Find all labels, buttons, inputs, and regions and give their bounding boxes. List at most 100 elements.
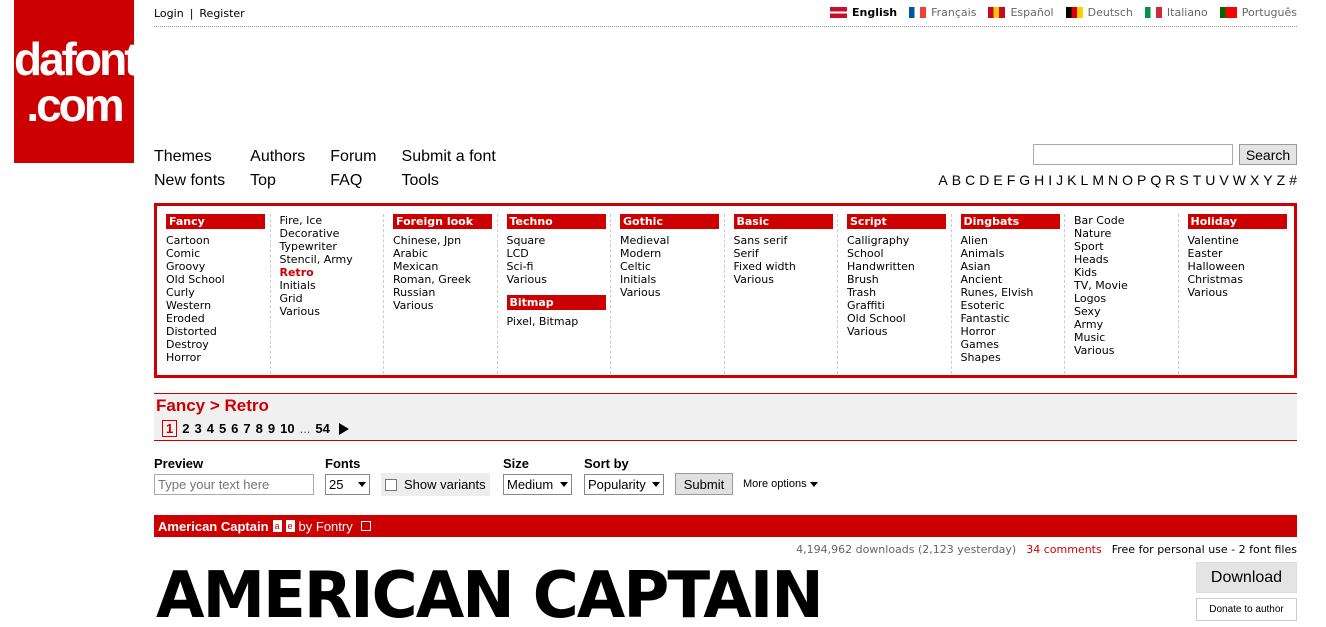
language-english[interactable]: English xyxy=(829,6,897,19)
page-link[interactable]: 6 xyxy=(231,421,238,436)
dafont-logo[interactable]: dafont .com xyxy=(14,0,140,163)
show-variants-toggle[interactable]: Show variants xyxy=(381,473,490,496)
page-link[interactable]: 5 xyxy=(219,421,226,436)
page-link[interactable]: 9 xyxy=(268,421,275,436)
font-preview[interactable]: AMERICAN CAPTAIN xyxy=(156,556,824,627)
category-link[interactable]: Typewriter xyxy=(280,240,384,253)
letter-link[interactable]: H xyxy=(1034,172,1044,188)
letter-link[interactable]: I xyxy=(1048,172,1052,188)
category-link[interactable]: Various xyxy=(734,273,838,286)
category-heading[interactable]: Holiday xyxy=(1187,214,1287,229)
category-link[interactable]: Valentine xyxy=(1188,234,1293,247)
letter-link[interactable]: S xyxy=(1179,172,1188,188)
register-link[interactable]: Register xyxy=(199,7,244,20)
category-link[interactable]: Square xyxy=(507,234,611,247)
category-link[interactable]: Asian xyxy=(961,260,1065,273)
category-link[interactable]: Comic xyxy=(166,247,270,260)
category-link[interactable]: Music xyxy=(1074,331,1178,344)
category-link[interactable]: Arabic xyxy=(393,247,497,260)
category-link[interactable]: Initials xyxy=(280,279,384,292)
category-link[interactable]: Chinese, Jpn xyxy=(393,234,497,247)
category-link[interactable]: Grid xyxy=(280,292,384,305)
sort-select[interactable]: Popularity xyxy=(584,474,664,495)
letter-link[interactable]: G xyxy=(1019,172,1030,188)
search-button[interactable]: Search xyxy=(1239,144,1297,165)
category-link[interactable]: Sci-fi xyxy=(507,260,611,273)
letter-link[interactable]: # xyxy=(1289,172,1297,188)
category-heading[interactable]: Techno xyxy=(506,214,606,229)
page-link[interactable]: 3 xyxy=(194,421,201,436)
fonts-per-page-select[interactable]: 25 xyxy=(325,474,370,495)
category-heading[interactable]: Bitmap xyxy=(506,295,606,310)
category-link[interactable]: Russian xyxy=(393,286,497,299)
letter-link[interactable]: O xyxy=(1122,172,1133,188)
category-link[interactable]: Decorative xyxy=(280,227,384,240)
letter-link[interactable]: W xyxy=(1233,172,1246,188)
letter-link[interactable]: K xyxy=(1067,172,1076,188)
category-link[interactable]: Serif xyxy=(734,247,838,260)
category-link[interactable]: Fantastic xyxy=(961,312,1065,325)
letter-link[interactable]: E xyxy=(993,172,1002,188)
category-link[interactable]: Initials xyxy=(620,273,724,286)
category-link[interactable]: TV, Movie xyxy=(1074,279,1178,292)
language-deutsch[interactable]: Deutsch xyxy=(1065,6,1133,19)
category-link[interactable]: Fixed width xyxy=(734,260,838,273)
category-heading[interactable]: Foreign look xyxy=(393,214,492,229)
download-button[interactable]: Download xyxy=(1196,562,1297,593)
category-link[interactable]: Games xyxy=(961,338,1065,351)
category-heading[interactable]: Script xyxy=(847,214,946,229)
category-link[interactable]: Trash xyxy=(847,286,951,299)
language-français[interactable]: Français xyxy=(909,6,976,19)
page-link[interactable]: 8 xyxy=(256,421,263,436)
letter-link[interactable]: F xyxy=(1007,172,1016,188)
font-name-link[interactable]: American Captain xyxy=(158,519,269,534)
category-link[interactable]: Alien xyxy=(961,234,1065,247)
category-heading[interactable]: Gothic xyxy=(620,214,719,229)
letter-link[interactable]: L xyxy=(1081,172,1089,188)
category-link[interactable]: Shapes xyxy=(961,351,1065,364)
page-link[interactable]: 4 xyxy=(207,421,214,436)
letter-link[interactable]: Y xyxy=(1263,172,1272,188)
nav-submit-font[interactable]: Submit a font xyxy=(402,148,496,165)
nav-themes[interactable]: Themes xyxy=(154,148,212,165)
letter-link[interactable]: J xyxy=(1056,172,1063,188)
category-link[interactable]: Retro xyxy=(280,266,384,279)
category-link[interactable]: Sport xyxy=(1074,240,1178,253)
page-link-last[interactable]: 54 xyxy=(315,421,329,436)
login-link[interactable]: Login xyxy=(154,7,184,20)
language-italiano[interactable]: Italiano xyxy=(1144,6,1208,19)
category-link[interactable]: Various xyxy=(620,286,724,299)
letter-link[interactable]: U xyxy=(1205,172,1215,188)
category-link[interactable]: Sexy xyxy=(1074,305,1178,318)
size-select[interactable]: Medium xyxy=(503,474,572,495)
category-link[interactable]: Army xyxy=(1074,318,1178,331)
category-link[interactable]: Sans serif xyxy=(734,234,838,247)
more-options-toggle[interactable]: More options xyxy=(743,478,818,490)
category-link[interactable]: Various xyxy=(847,325,951,338)
category-link[interactable]: Various xyxy=(507,273,611,286)
nav-authors[interactable]: Authors xyxy=(250,148,305,165)
category-link[interactable]: Groovy xyxy=(166,260,270,273)
category-link[interactable]: Various xyxy=(280,305,384,318)
category-link[interactable]: Logos xyxy=(1074,292,1178,305)
category-link[interactable]: Various xyxy=(1188,286,1293,299)
letter-link[interactable]: Q xyxy=(1150,172,1161,188)
category-link[interactable]: Distorted xyxy=(166,325,270,338)
category-link[interactable]: Pixel, Bitmap xyxy=(507,315,611,328)
category-link[interactable]: Cartoon xyxy=(166,234,270,247)
category-link[interactable]: LCD xyxy=(507,247,611,260)
letter-link[interactable]: C xyxy=(965,172,975,188)
category-link[interactable]: Eroded xyxy=(166,312,270,325)
category-link[interactable]: Horror xyxy=(166,351,270,364)
letter-link[interactable]: D xyxy=(979,172,989,188)
letter-link[interactable]: M xyxy=(1092,172,1104,188)
letter-link[interactable]: R xyxy=(1165,172,1175,188)
category-link[interactable]: Easter xyxy=(1188,247,1293,260)
category-link[interactable]: Celtic xyxy=(620,260,724,273)
category-heading[interactable]: Dingbats xyxy=(960,214,1060,229)
language-português[interactable]: Português xyxy=(1219,6,1297,19)
category-link[interactable]: Curly xyxy=(166,286,270,299)
category-link[interactable]: Old School xyxy=(847,312,951,325)
category-heading[interactable]: Fancy xyxy=(166,214,265,229)
category-link[interactable]: Graffiti xyxy=(847,299,951,312)
